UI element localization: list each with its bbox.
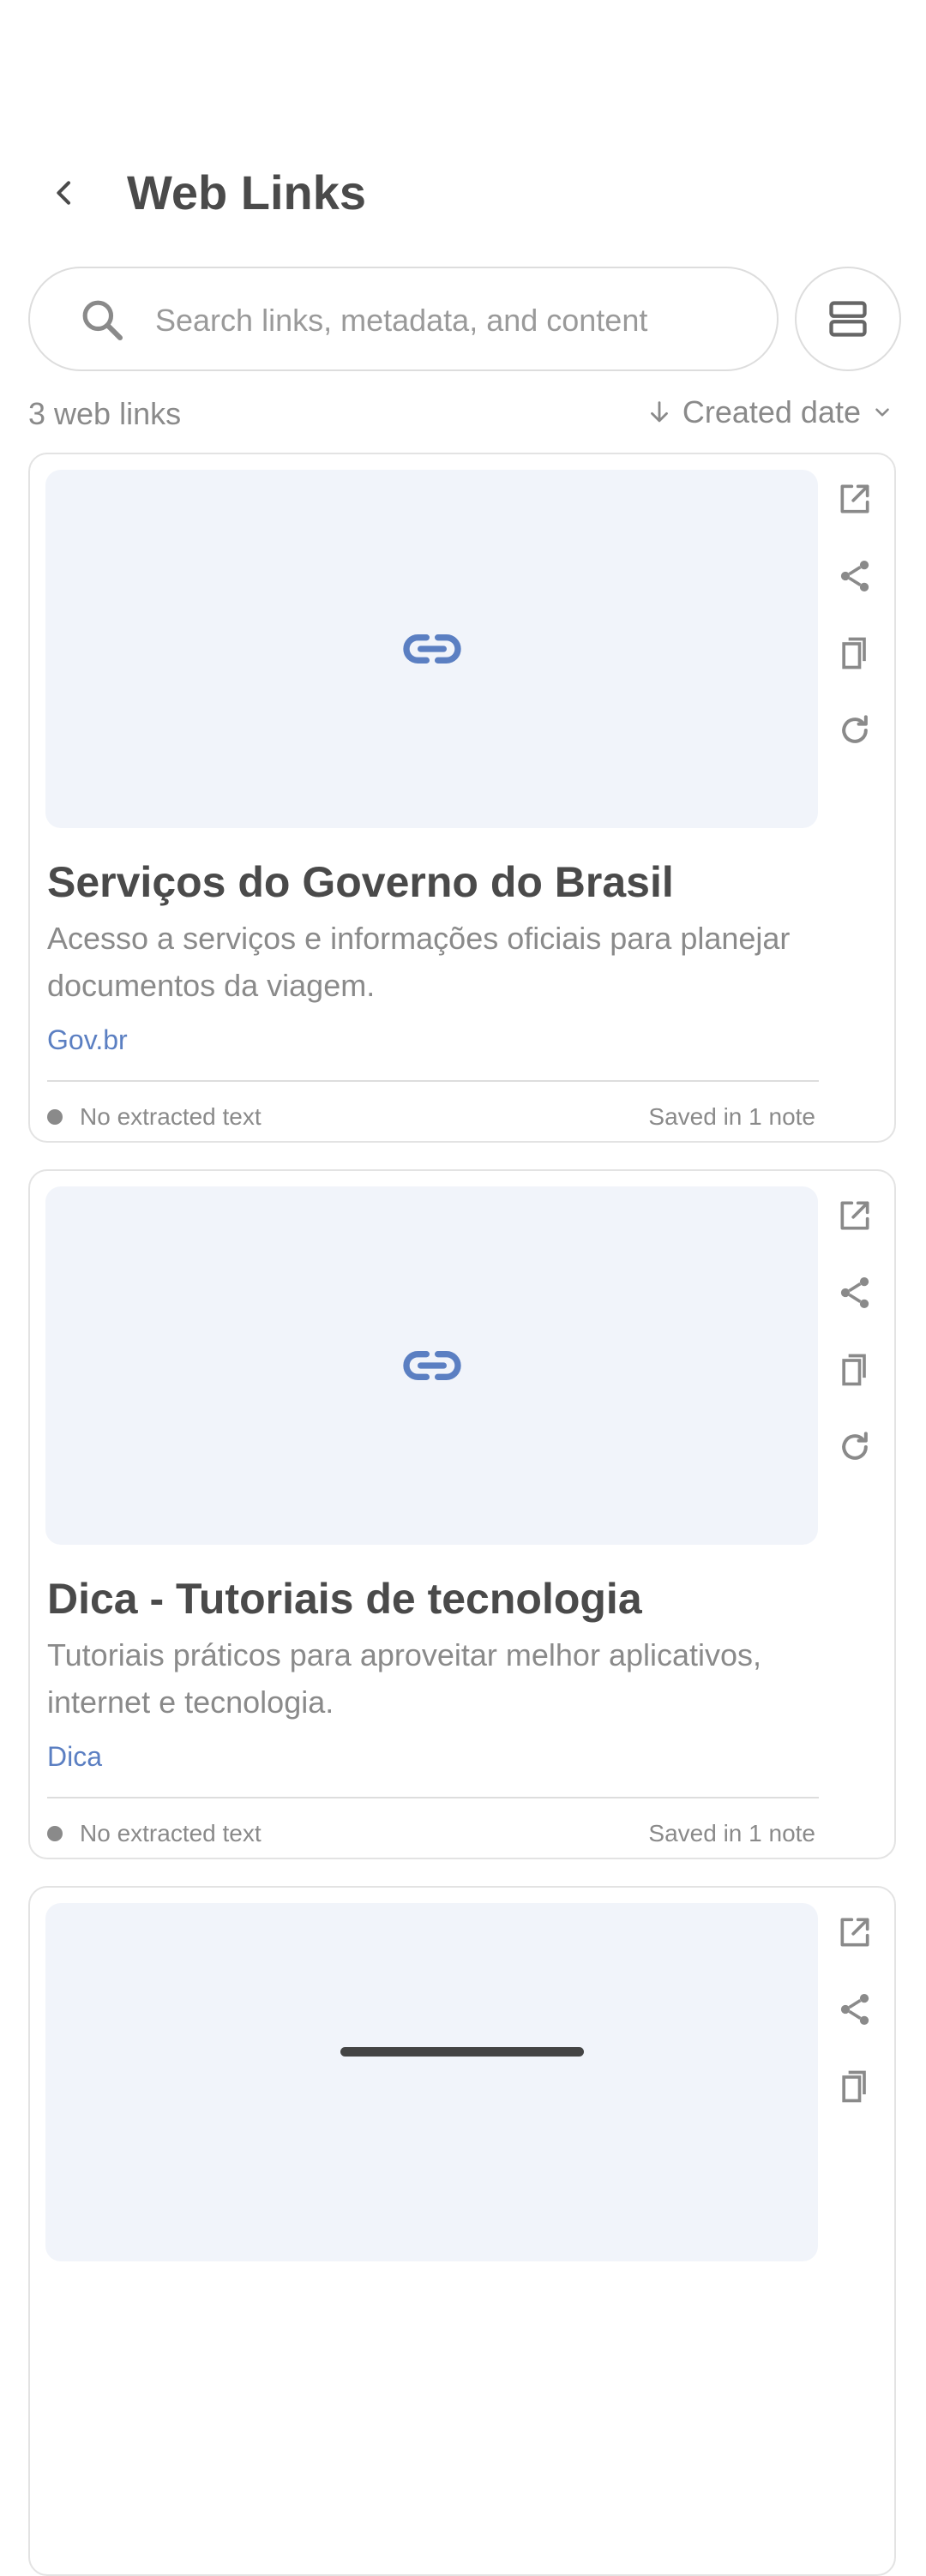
copy-icon — [842, 1354, 866, 1386]
link-count: 3 web links — [28, 396, 182, 431]
share-icon — [840, 1277, 869, 1308]
view-agenda-icon — [829, 301, 867, 337]
open-link-button[interactable] — [827, 1188, 882, 1243]
link-domain[interactable]: Dica — [47, 1741, 102, 1773]
refresh-button[interactable] — [827, 703, 882, 758]
open-link-button[interactable] — [827, 1905, 882, 1960]
web-link-card[interactable]: Dica - Tutoriais de tecnologia Tutoriais… — [28, 1169, 896, 1859]
home-indicator[interactable] — [340, 2047, 584, 2057]
web-link-card[interactable]: Serviços do Governo do Brasil Acesso a s… — [28, 453, 896, 1143]
sort-selector[interactable]: Created date — [645, 394, 893, 430]
card-divider — [47, 1797, 819, 1798]
layout-toggle-button[interactable] — [795, 267, 901, 371]
link-thumbnail[interactable] — [45, 1186, 818, 1545]
search-input[interactable] — [153, 292, 749, 349]
extraction-status: No extracted text — [47, 1820, 262, 1847]
saved-in-notes[interactable]: Saved in 1 note — [648, 1103, 815, 1131]
link-domain[interactable]: Gov.br — [47, 1024, 128, 1056]
arrow-down-icon — [650, 401, 668, 423]
refresh-icon — [842, 1432, 868, 1460]
status-dot-icon — [47, 1109, 63, 1125]
extraction-status: No extracted text — [47, 1103, 262, 1131]
refresh-icon — [842, 715, 868, 743]
search-bar[interactable] — [28, 267, 779, 371]
open-link-button[interactable] — [827, 471, 882, 526]
card-actions — [827, 1905, 882, 2136]
chevron-down-icon — [875, 408, 889, 417]
extraction-status-label: No extracted text — [80, 1820, 262, 1846]
refresh-button[interactable] — [827, 1420, 882, 1474]
open-external-icon — [840, 484, 869, 513]
copy-button[interactable] — [827, 1342, 882, 1397]
card-divider — [47, 1080, 819, 1082]
copy-icon — [842, 637, 866, 670]
share-button[interactable] — [827, 549, 882, 603]
extraction-status-label: No extracted text — [80, 1103, 262, 1130]
link-description: Acesso a serviços e informações oficiais… — [47, 921, 791, 1003]
status-dot-icon — [47, 1826, 63, 1841]
search-icon — [82, 300, 123, 341]
link-title: Serviços do Governo do Brasil — [47, 858, 674, 906]
link-icon — [402, 634, 461, 664]
link-title: Dica - Tutoriais de tecnologia — [47, 1575, 642, 1623]
link-icon — [402, 1351, 461, 1380]
copy-button[interactable] — [827, 2059, 882, 2114]
card-actions — [827, 471, 882, 780]
card-actions — [827, 1188, 882, 1497]
share-button[interactable] — [827, 1265, 882, 1320]
sort-label: Created date — [682, 394, 861, 429]
chevron-left-icon — [57, 181, 70, 205]
link-thumbnail[interactable] — [45, 1903, 818, 2261]
copy-button[interactable] — [827, 626, 882, 681]
web-link-card[interactable] — [28, 1886, 896, 2576]
link-description: Tutoriais práticos para aproveitar melho… — [47, 1637, 762, 1720]
open-external-icon — [840, 1201, 869, 1230]
link-thumbnail[interactable] — [45, 470, 818, 828]
saved-in-notes[interactable]: Saved in 1 note — [648, 1820, 815, 1847]
page-title: Web Links — [127, 165, 367, 219]
open-external-icon — [840, 1918, 869, 1947]
back-button[interactable] — [34, 163, 94, 223]
share-icon — [840, 561, 869, 591]
share-icon — [840, 1994, 869, 2025]
copy-icon — [842, 2070, 866, 2103]
share-button[interactable] — [827, 1982, 882, 2037]
